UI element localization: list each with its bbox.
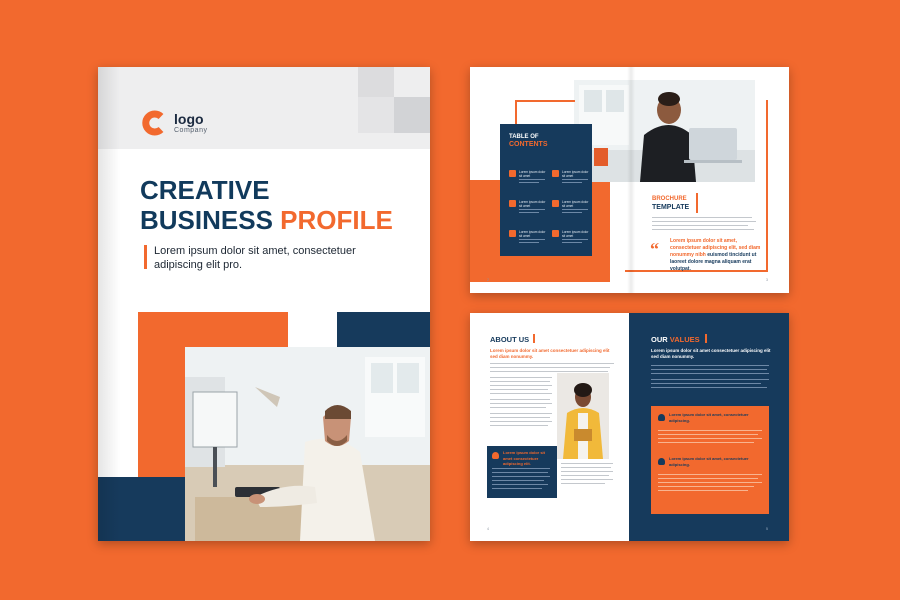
photo-woman-laptop bbox=[574, 80, 755, 182]
text-line bbox=[562, 239, 588, 240]
page-number-right: 5 bbox=[766, 527, 768, 531]
toc-item-text: Lorem ipsum dolor sit amet bbox=[519, 170, 546, 178]
quote-text: Lorem ipsum dolor sit amet, consectetuer… bbox=[670, 238, 762, 273]
brochure-heading-2: TEMPLATE bbox=[652, 204, 690, 211]
frame-line bbox=[766, 100, 768, 270]
toc-item-icon bbox=[552, 200, 559, 207]
brochure-spread-about: ABOUT US Lorem ipsum dolor sit amet cons… bbox=[470, 313, 789, 541]
decor-square bbox=[358, 67, 394, 97]
toc-item-icon bbox=[509, 230, 516, 237]
value-item-1: Lorem ipsum dolor sit amet, consectetuer… bbox=[669, 412, 749, 423]
text-line bbox=[519, 212, 539, 213]
frame-line bbox=[515, 100, 575, 102]
value-item-2: Lorem ipsum dolor sit amet, consectetuer… bbox=[669, 456, 749, 467]
toc-heading-2: CONTENTS bbox=[509, 141, 548, 148]
text-line bbox=[562, 209, 588, 210]
text-line bbox=[519, 239, 545, 240]
decor-square bbox=[358, 97, 394, 133]
toc-item-icon bbox=[509, 200, 516, 207]
toc-item-text: Lorem ipsum dolor sit amet bbox=[519, 200, 546, 208]
text-line bbox=[519, 182, 539, 183]
about-lead: Lorem ipsum dolor sit amet consectetuer … bbox=[490, 348, 610, 359]
subtitle-accent-bar bbox=[144, 245, 147, 269]
text-line bbox=[562, 182, 582, 183]
accent-bar bbox=[705, 334, 707, 343]
toc-item-icon bbox=[552, 170, 559, 177]
logo-c-icon bbox=[142, 110, 164, 136]
about-navy-box: Lorem ipsum dolor sit amet consectetuer … bbox=[487, 446, 557, 498]
lightbulb-icon bbox=[658, 414, 665, 421]
table-of-contents-box: TABLE OF CONTENTS Lorem ipsum dolor sit … bbox=[500, 124, 592, 256]
toc-item-icon bbox=[552, 230, 559, 237]
title-line-1: CREATIVE bbox=[140, 175, 270, 205]
brochure-cover: logo Company CREATIVE BUSINESS PROFILE L… bbox=[98, 67, 430, 541]
title-profile: PROFILE bbox=[280, 205, 393, 235]
lightbulb-icon bbox=[492, 452, 499, 459]
cover-photo-man-at-computer bbox=[185, 347, 430, 541]
quote-mark-icon: “ bbox=[650, 239, 659, 259]
photo-woman-yellow-jacket bbox=[557, 373, 609, 459]
toc-item-text: Lorem ipsum dolor sit amet bbox=[562, 170, 589, 178]
page-number-left: 2 bbox=[487, 278, 489, 282]
text-line bbox=[562, 179, 588, 180]
accent-bar bbox=[696, 193, 698, 213]
cover-spine-shadow bbox=[98, 67, 120, 541]
text-line bbox=[562, 212, 582, 213]
toc-item-text: Lorem ipsum dolor sit amet bbox=[562, 200, 589, 208]
decor-square bbox=[394, 97, 430, 133]
logo-company: Company bbox=[174, 127, 208, 134]
text-line bbox=[562, 242, 582, 243]
cover-subtitle: Lorem ipsum dolor sit amet, consectetuer… bbox=[154, 245, 356, 271]
brochure-spread-contents: TABLE OF CONTENTS Lorem ipsum dolor sit … bbox=[470, 67, 789, 293]
toc-item-text: Lorem ipsum dolor sit amet bbox=[519, 230, 546, 238]
logo-word: logo bbox=[174, 111, 204, 127]
values-orange-box: Lorem ipsum dolor sit amet, consectetuer… bbox=[651, 406, 769, 514]
values-heading-our: OUR bbox=[651, 335, 670, 344]
about-heading: ABOUT US bbox=[490, 335, 530, 344]
values-lead: Lorem ipsum dolor sit amet consectetuer … bbox=[651, 348, 771, 359]
title-line-2: BUSINESS PROFILE bbox=[140, 205, 393, 235]
values-heading-values: VALUES bbox=[669, 335, 700, 344]
toc-item-text: Lorem ipsum dolor sit amet bbox=[562, 230, 589, 238]
text-line bbox=[519, 242, 539, 243]
title-business: BUSINESS bbox=[140, 205, 281, 235]
brochure-heading-1: BROCHURE bbox=[652, 196, 687, 202]
toc-item-icon bbox=[509, 170, 516, 177]
values-heading: OUR VALUES bbox=[651, 335, 700, 344]
text-line bbox=[519, 209, 545, 210]
about-box-text: Lorem ipsum dolor sit amet consectetuer … bbox=[503, 450, 546, 466]
spread-fold bbox=[627, 67, 635, 293]
lightbulb-icon bbox=[658, 458, 665, 465]
page-number-right: 3 bbox=[766, 278, 768, 282]
page-number-left: 4 bbox=[487, 527, 489, 531]
accent-bar bbox=[533, 334, 535, 343]
text-line bbox=[519, 179, 545, 180]
cover-title: CREATIVE BUSINESS PROFILE bbox=[140, 175, 393, 235]
toc-heading-1: TABLE OF bbox=[509, 134, 539, 140]
